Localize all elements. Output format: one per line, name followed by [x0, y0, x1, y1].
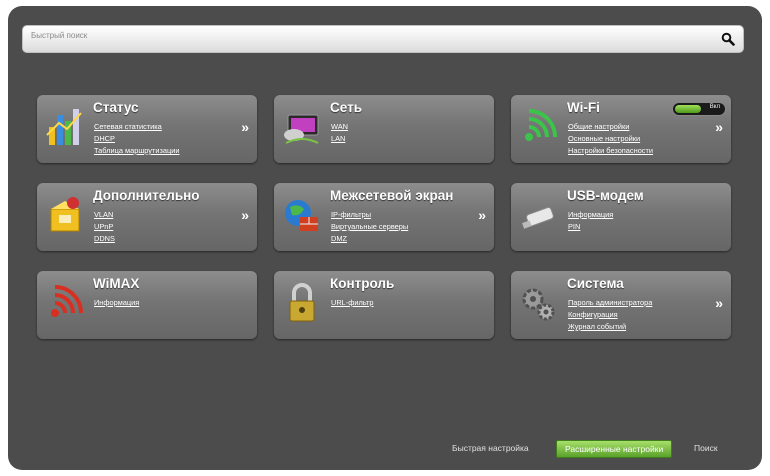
quick-setup-link[interactable]: Быстрая настройка — [452, 443, 529, 453]
link-admin-password[interactable]: Пароль администратора — [568, 297, 652, 309]
link-url-filter[interactable]: URL-фильтр — [331, 297, 374, 309]
link-configuration[interactable]: Конфигурация — [568, 309, 652, 321]
tile-advanced[interactable]: Дополнительно VLAN UPnP DDNS » — [37, 183, 257, 251]
footer-nav: Быстрая настройка Расширенные настройки … — [452, 440, 752, 458]
tile-control[interactable]: Контроль URL-фильтр — [274, 271, 494, 339]
link-usb-info[interactable]: Информация — [568, 209, 613, 221]
chevron-right-icon[interactable]: » — [478, 207, 486, 223]
tile-usb-modem[interactable]: USB-модем Информация PIN — [511, 183, 731, 251]
tile-title: Межсетевой экран — [330, 188, 454, 203]
tile-network[interactable]: Сеть WAN LAN — [274, 95, 494, 163]
quick-search-bar[interactable]: Быстрый поиск — [22, 25, 744, 53]
link-wifi-general[interactable]: Общие настройки — [568, 121, 653, 133]
toggle-label: Вкл — [709, 104, 720, 110]
link-ddns[interactable]: DDNS — [94, 233, 115, 245]
wifi-toggle[interactable]: Вкл — [672, 102, 726, 116]
link-dhcp[interactable]: DHCP — [94, 133, 180, 145]
link-pin[interactable]: PIN — [568, 221, 613, 233]
search-placeholder: Быстрый поиск — [31, 31, 88, 40]
tile-status[interactable]: Статус Сетевая статистика DHCP Таблица м… — [37, 95, 257, 163]
usb-modem-icon — [522, 206, 554, 229]
link-virtual-servers[interactable]: Виртуальные серверы — [331, 221, 408, 233]
padlock-icon — [289, 283, 315, 322]
wimax-icon — [51, 285, 83, 317]
link-routing-table[interactable]: Таблица маршрутизации — [94, 145, 180, 157]
status-chart-icon — [46, 109, 82, 145]
tile-title: Сеть — [330, 100, 362, 115]
search-icon[interactable] — [721, 32, 735, 46]
advanced-setup-button[interactable]: Расширенные настройки — [556, 440, 673, 458]
link-lan[interactable]: LAN — [331, 133, 348, 145]
toggle-knob — [675, 105, 701, 113]
network-icon — [284, 114, 319, 144]
link-network-stats[interactable]: Сетевая статистика — [94, 121, 180, 133]
tile-system[interactable]: Система Пароль администратора Конфигурац… — [511, 271, 731, 339]
firewall-globe-icon — [285, 200, 318, 231]
tile-title: Статус — [93, 100, 139, 115]
chevron-right-icon[interactable]: » — [715, 295, 723, 311]
link-wifi-basic[interactable]: Основные настройки — [568, 133, 653, 145]
link-wifi-security[interactable]: Настройки безопасности — [568, 145, 653, 157]
wifi-icon — [525, 109, 557, 141]
tile-title: Система — [567, 276, 624, 291]
link-vlan[interactable]: VLAN — [94, 209, 115, 221]
chevron-right-icon[interactable]: » — [241, 207, 249, 223]
link-upnp[interactable]: UPnP — [94, 221, 115, 233]
advanced-box-icon — [50, 197, 80, 232]
tile-firewall[interactable]: Межсетевой экран IP-фильтры Виртуальные … — [274, 183, 494, 251]
link-wan[interactable]: WAN — [331, 121, 348, 133]
link-event-log[interactable]: Журнал событий — [568, 321, 652, 333]
link-wimax-info[interactable]: Информация — [94, 297, 139, 309]
router-panel: Быстрый поиск Статус Сетевая статистика … — [8, 6, 762, 470]
tile-title: Дополнительно — [93, 188, 200, 203]
chevron-right-icon[interactable]: » — [715, 119, 723, 135]
gears-icon — [522, 288, 555, 321]
tile-title: WiMAX — [93, 276, 140, 291]
tile-title: Контроль — [330, 276, 395, 291]
tile-wimax[interactable]: WiMAX Информация — [37, 271, 257, 339]
tile-title: USB-модем — [567, 188, 644, 203]
tile-title: Wi-Fi — [567, 100, 600, 115]
link-ip-filters[interactable]: IP-фильтры — [331, 209, 408, 221]
tile-wifi[interactable]: Wi-Fi Вкл Общие настройки Основные настр… — [511, 95, 731, 163]
link-dmz[interactable]: DMZ — [331, 233, 408, 245]
chevron-right-icon[interactable]: » — [241, 119, 249, 135]
footer-search-link[interactable]: Поиск — [694, 443, 718, 453]
